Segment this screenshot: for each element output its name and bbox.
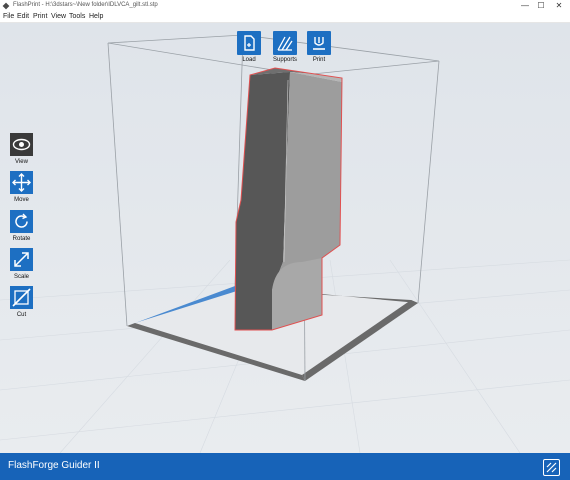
print-button[interactable] xyxy=(307,31,331,55)
view-tool-label: View xyxy=(15,159,28,165)
3d-model[interactable] xyxy=(234,67,343,331)
file-icon xyxy=(244,35,255,51)
minimize-button[interactable]: — xyxy=(517,0,533,12)
window-title: FlashPrint - H:\3dstars~\New folder\IDLV… xyxy=(13,2,158,8)
menu-bar: File Edit Print View Tools Help xyxy=(0,12,570,23)
scale-tool-label: Scale xyxy=(13,274,29,280)
menu-edit[interactable]: Edit xyxy=(17,13,29,20)
move-tool-button[interactable] xyxy=(10,171,33,194)
move-tool-label: Move xyxy=(14,197,29,203)
load-label: Load xyxy=(242,57,256,63)
supports-button[interactable] xyxy=(273,31,297,55)
title-bar: FlashPrint - H:\3dstars~\New folder\IDLV… xyxy=(0,0,570,12)
menu-print[interactable]: Print xyxy=(33,13,47,20)
menu-file[interactable]: File xyxy=(3,13,14,20)
maximize-button[interactable]: ☐ xyxy=(533,0,549,12)
rotate-icon xyxy=(15,213,28,228)
scale-tool-button[interactable] xyxy=(10,248,33,271)
load-button[interactable] xyxy=(237,31,261,55)
menu-view[interactable]: View xyxy=(51,13,66,20)
rotate-tool-label: Rotate xyxy=(12,236,31,242)
close-button[interactable]: ✕ xyxy=(551,0,567,12)
cut-tool-label: Cut xyxy=(16,312,27,318)
move-arrows-icon xyxy=(12,173,31,192)
cut-icon xyxy=(12,288,31,307)
status-bar: FlashForge Guider II xyxy=(0,453,570,480)
eye-icon xyxy=(12,138,31,151)
print-label: Print xyxy=(312,57,326,63)
printer-settings-button[interactable] xyxy=(543,459,560,476)
scene-canvas[interactable] xyxy=(0,23,570,453)
printer-name: FlashForge Guider II xyxy=(8,460,100,471)
3d-viewport[interactable]: Load Supports Print View Move Rotate Sca… xyxy=(0,23,570,453)
rotate-tool-button[interactable] xyxy=(10,210,33,233)
settings-icon xyxy=(546,462,557,473)
supports-icon xyxy=(277,36,293,51)
cut-tool-button[interactable] xyxy=(10,286,33,309)
app-logo-icon xyxy=(2,2,10,10)
scale-icon xyxy=(14,252,29,267)
menu-tools[interactable]: Tools xyxy=(69,13,85,20)
print-nozzle-icon xyxy=(313,37,325,50)
menu-help[interactable]: Help xyxy=(89,13,103,20)
view-tool-button[interactable] xyxy=(10,133,33,156)
